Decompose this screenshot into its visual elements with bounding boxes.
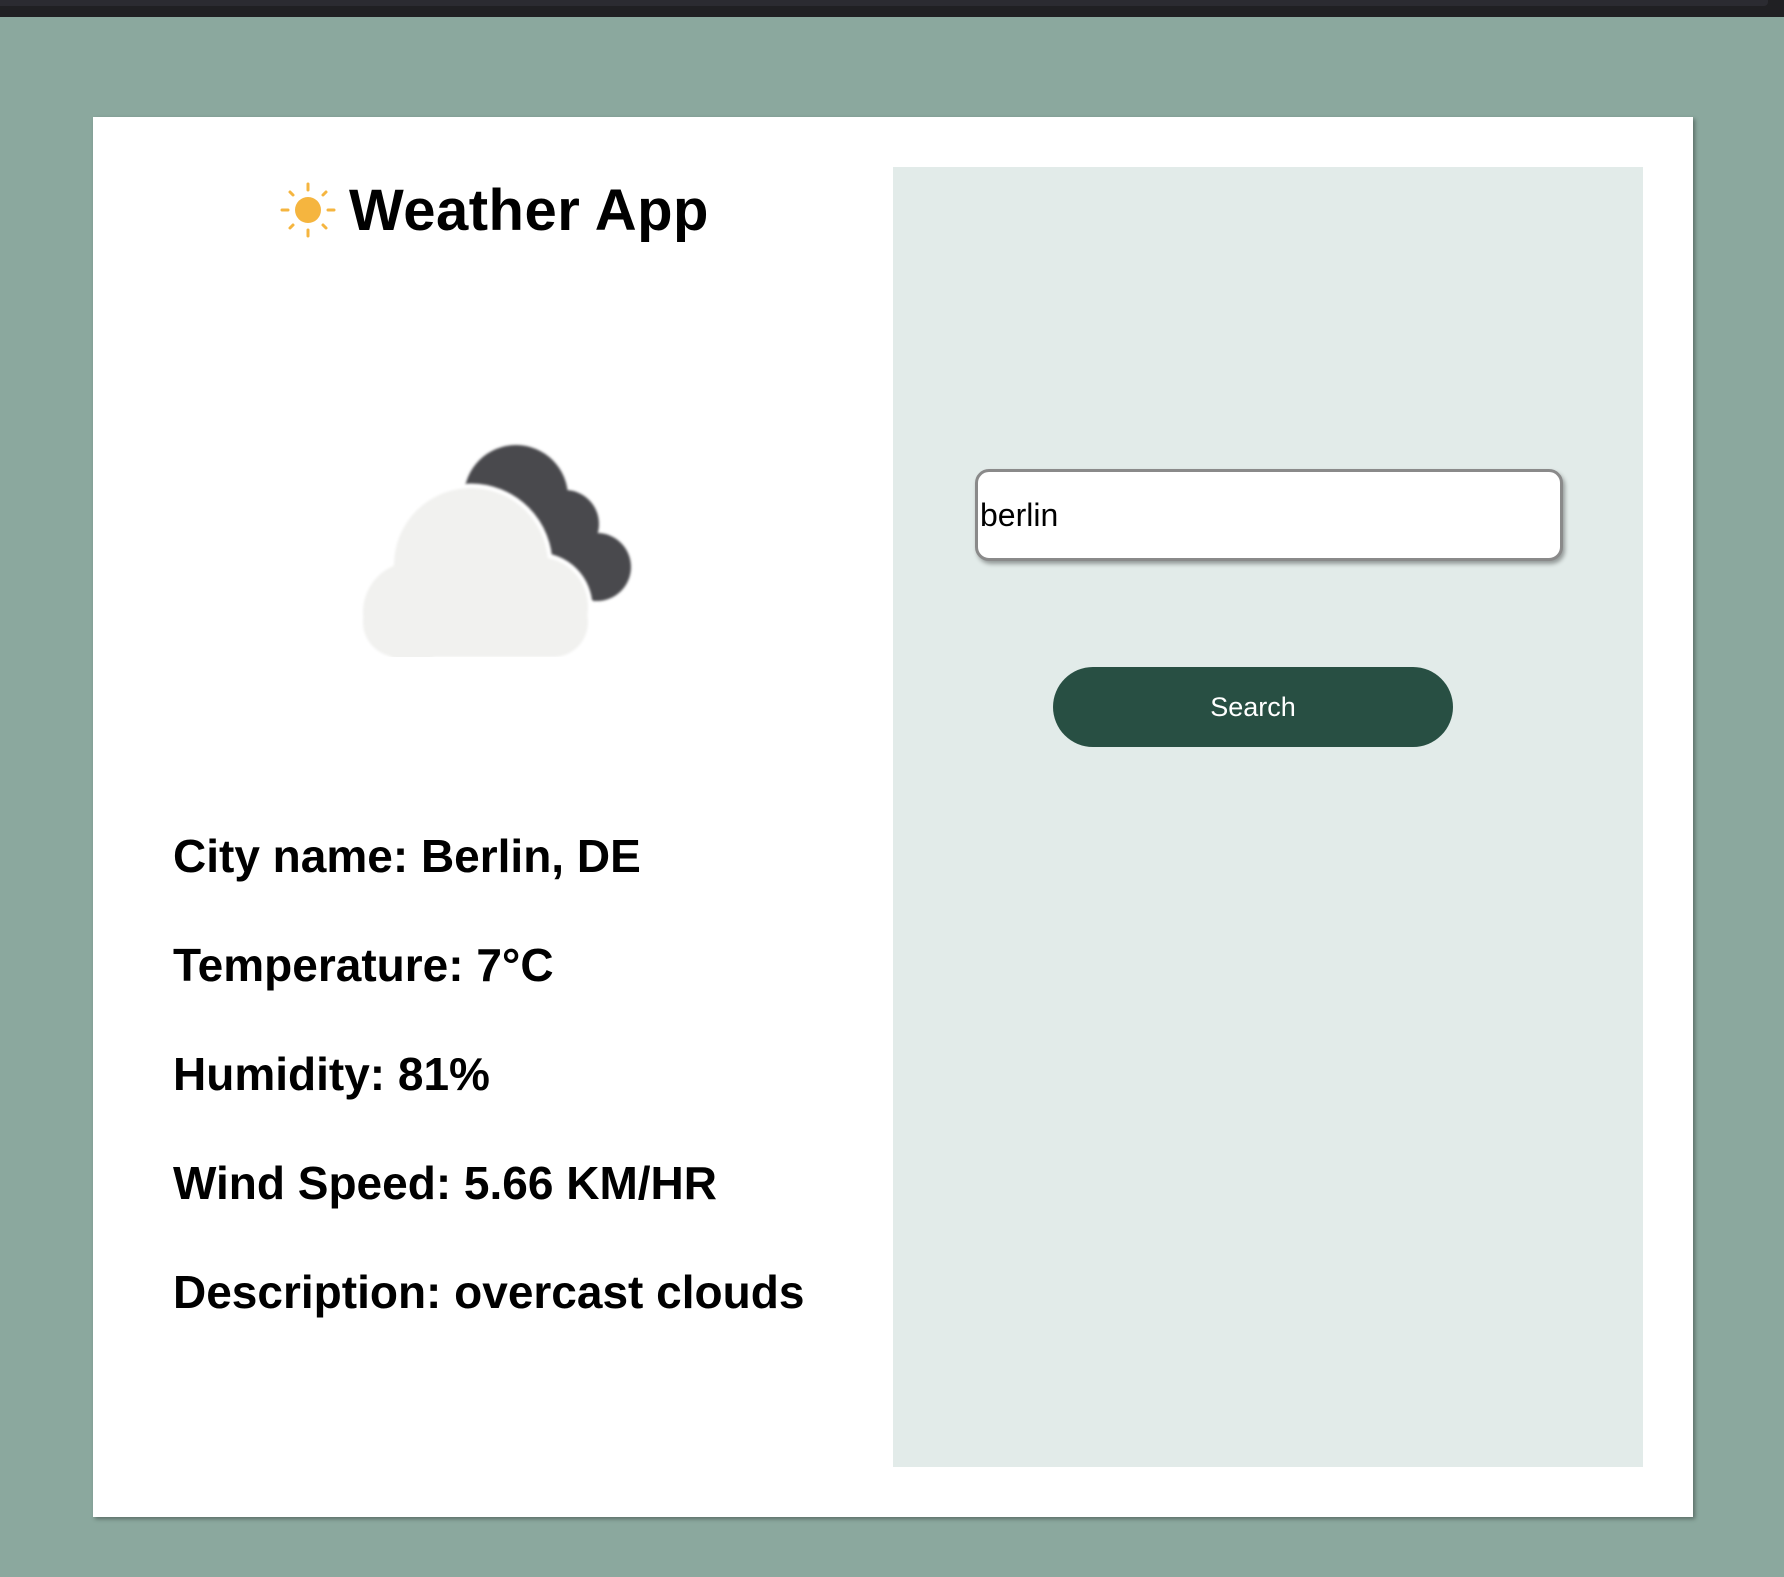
humidity-text: Humidity: 81% bbox=[173, 1048, 490, 1100]
app-header: Weather App bbox=[279, 175, 709, 245]
temperature-text: Temperature: 7°C bbox=[173, 939, 554, 991]
browser-top-bar bbox=[0, 0, 1784, 17]
description-text: Description: overcast clouds bbox=[173, 1266, 805, 1318]
overcast-clouds-icon bbox=[363, 445, 631, 657]
app-title: Weather App bbox=[349, 177, 709, 243]
city-search-input[interactable] bbox=[975, 469, 1563, 561]
city-name-text: City name: Berlin, DE bbox=[173, 830, 641, 882]
weather-card: Weather App City name: Berlin, DE Temper… bbox=[93, 117, 1693, 1517]
search-button[interactable]: Search bbox=[1053, 667, 1453, 747]
wind-speed-text: Wind Speed: 5.66 KM/HR bbox=[173, 1157, 717, 1209]
search-panel: Search bbox=[893, 167, 1643, 1467]
weather-info-panel: Weather App City name: Berlin, DE Temper… bbox=[93, 117, 893, 1517]
browser-top-bar-edge bbox=[0, 0, 1768, 6]
sun-icon bbox=[280, 182, 336, 238]
